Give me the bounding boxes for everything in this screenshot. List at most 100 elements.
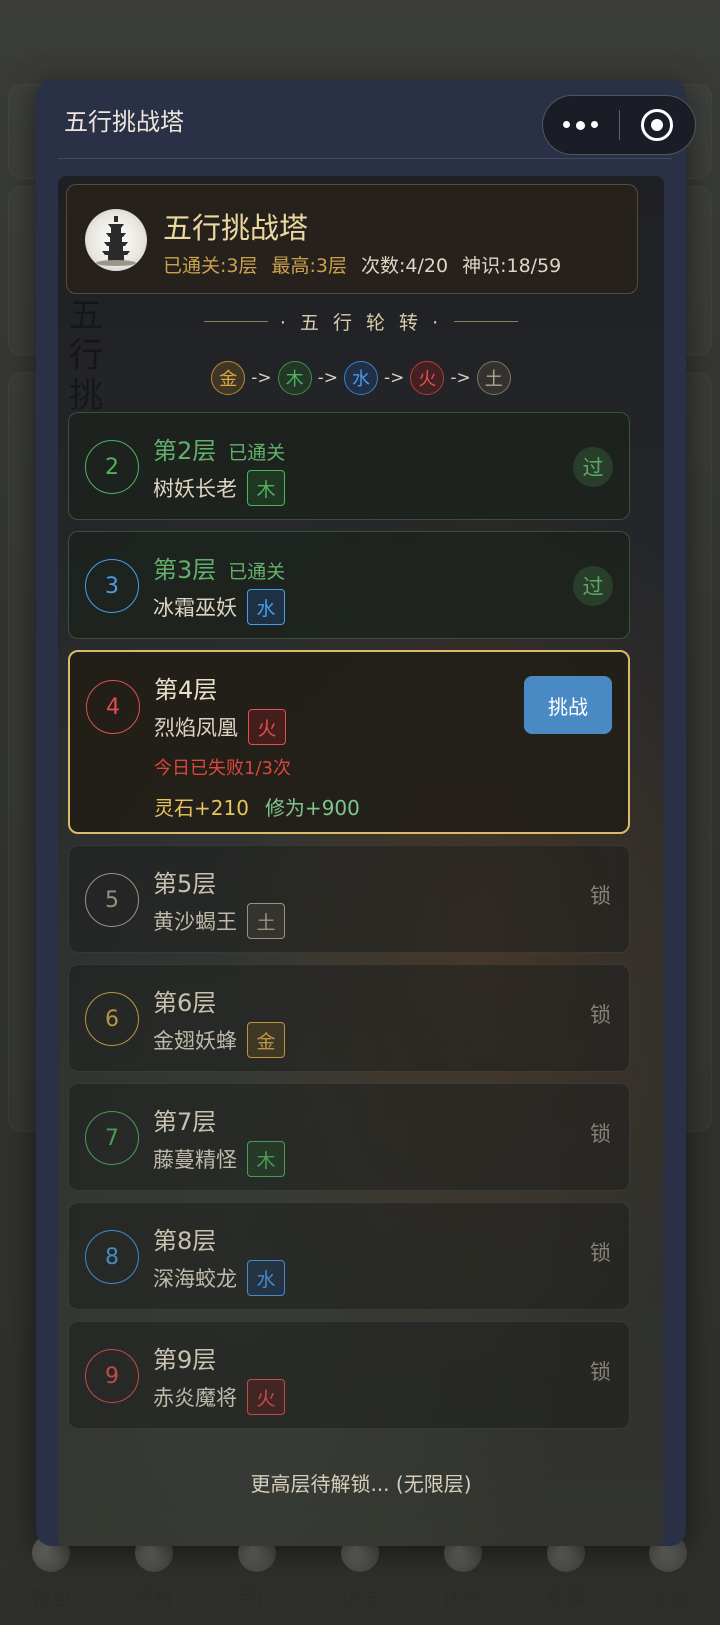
level-number: 3 <box>85 559 139 613</box>
tower-modal: 五行挑战塔 五行挑 五行挑战塔 已通关:3层 最高:3层 次数:4/20 神识:… <box>36 80 686 1546</box>
level-name: 第9层 <box>153 1346 217 1374</box>
level-card[interactable]: 2 第2层 已通关 树妖长老 木 过 <box>68 412 630 520</box>
modal-title: 五行挑战塔 <box>64 108 184 136</box>
level-status: 已通关 <box>228 561 286 583</box>
nav-label: 伙伴 <box>442 1586 483 1610</box>
lock-label: 锁 <box>590 1241 611 1265</box>
level-name: 第8层 <box>153 1227 217 1255</box>
level-name: 第2层 <box>153 437 217 465</box>
tower-panel[interactable]: 五行挑 五行挑战塔 已通关:3层 最高:3层 次数:4/20 神识:18/59 … <box>58 176 664 1546</box>
arrow: -> <box>384 368 405 388</box>
boss-name: 金翅妖蜂 <box>153 1029 237 1053</box>
nav-label: 探索 <box>545 1586 586 1610</box>
element-tag: 木 <box>247 1141 285 1177</box>
fail-count: 今日已失败1/3次 <box>154 758 291 779</box>
level-title: 第3层 已通关 <box>153 550 285 585</box>
level-boss: 冰霜巫妖 水 <box>153 589 285 625</box>
tower-header-card: 五行挑战塔 已通关:3层 最高:3层 次数:4/20 神识:18/59 <box>66 184 638 294</box>
element-tag: 水 <box>247 1260 285 1296</box>
passed-badge: 过 <box>573 566 613 606</box>
nav-label: 灵根 <box>134 1586 175 1610</box>
level-card[interactable]: 8 第8层 深海蛟龙 水 锁 <box>68 1202 630 1310</box>
level-name: 第6层 <box>153 989 217 1017</box>
element-tag: 土 <box>247 903 285 939</box>
level-title: 第9层 <box>153 1340 216 1375</box>
pagoda-icon <box>85 209 147 271</box>
element-chain: 金 -> 木 -> 水 -> 火 -> 土 <box>58 361 664 395</box>
level-name: 第5层 <box>153 870 217 898</box>
rotation-title: · 五 行 轮 转 · <box>58 308 664 335</box>
nav-label: 宗门 <box>237 1586 278 1610</box>
level-number: 6 <box>85 992 139 1046</box>
level-status: 已通关 <box>228 442 286 464</box>
level-boss: 烈焰凤凰 火 <box>154 709 286 745</box>
challenge-button[interactable]: 挑战 <box>524 676 612 734</box>
level-number: 4 <box>86 680 140 734</box>
level-name: 第4层 <box>154 676 218 704</box>
level-title: 第4层 <box>154 670 217 705</box>
level-boss: 深海蛟龙 水 <box>153 1260 285 1296</box>
attempt-count: 次数:4/20 <box>361 255 449 277</box>
level-rewards: 灵石+210 修为+900 <box>154 792 360 821</box>
lock-label: 锁 <box>590 1360 611 1384</box>
boss-name: 深海蛟龙 <box>153 1267 237 1291</box>
nav-label: 设置 <box>648 1586 689 1610</box>
element-tag: 水 <box>247 589 285 625</box>
more-levels-hint: 更高层待解锁... (无限层) <box>250 1472 472 1496</box>
level-title: 第6层 <box>153 983 216 1018</box>
boss-name: 藤蔓精怪 <box>153 1148 237 1172</box>
modal-divider <box>58 158 672 159</box>
level-number: 5 <box>85 873 139 927</box>
level-boss: 金翅妖蜂 金 <box>153 1022 285 1058</box>
element-fire: 火 <box>410 361 445 395</box>
boss-name: 赤炎魔将 <box>153 1386 237 1410</box>
divider-line <box>203 321 268 322</box>
level-card-current: 4 第4层 烈焰凤凰 火 今日已失败1/3次 灵石+210 修为+900 挑战 <box>68 650 630 834</box>
passed-badge: 过 <box>573 447 613 487</box>
lock-label: 锁 <box>590 884 611 908</box>
arrow: -> <box>251 368 272 388</box>
level-title: 第2层 已通关 <box>153 431 285 466</box>
highest-floor: 最高:3层 <box>271 255 348 277</box>
element-earth: 土 <box>476 361 511 395</box>
miniprogram-capsule <box>542 95 696 155</box>
close-miniprogram-icon[interactable] <box>620 109 696 141</box>
boss-name: 黄沙蝎王 <box>153 910 237 934</box>
reward-cultivation: 修为+900 <box>264 796 360 820</box>
level-card[interactable]: 5 第5层 黄沙蝎王 土 锁 <box>68 845 630 953</box>
level-number: 8 <box>85 1230 139 1284</box>
header-stats: 已通关:3层 最高:3层 次数:4/20 神识:18/59 <box>163 251 561 278</box>
rotation-label: · 五 行 轮 转 · <box>279 312 443 334</box>
level-card[interactable]: 7 第7层 藤蔓精怪 木 锁 <box>68 1083 630 1191</box>
spirit-sense: 神识:18/59 <box>462 255 562 277</box>
header-title: 五行挑战塔 <box>163 211 309 245</box>
level-boss: 树妖长老 木 <box>153 470 285 506</box>
level-card[interactable]: 6 第6层 金翅妖蜂 金 锁 <box>68 964 630 1072</box>
level-number: 2 <box>85 440 139 494</box>
level-title: 第5层 <box>153 864 216 899</box>
level-number: 7 <box>85 1111 139 1165</box>
more-options-icon[interactable] <box>543 120 619 130</box>
level-boss: 赤炎魔将 火 <box>153 1379 285 1415</box>
arrow: -> <box>317 368 338 388</box>
level-number: 9 <box>85 1349 139 1403</box>
element-tag: 火 <box>247 1379 285 1415</box>
level-card[interactable]: 9 第9层 赤炎魔将 火 锁 <box>68 1321 630 1429</box>
element-water: 水 <box>344 361 378 395</box>
boss-name: 冰霜巫妖 <box>153 596 237 620</box>
boss-name: 烈焰凤凰 <box>154 716 238 740</box>
nav-label: 功法 <box>339 1586 380 1610</box>
level-name: 第7层 <box>153 1108 217 1136</box>
element-wood: 木 <box>277 361 312 395</box>
level-card[interactable]: 3 第3层 已通关 冰霜巫妖 水 过 <box>68 531 630 639</box>
arrow: -> <box>450 368 471 388</box>
level-title: 第7层 <box>153 1102 216 1137</box>
level-name: 第3层 <box>153 556 217 584</box>
level-boss: 藤蔓精怪 木 <box>153 1141 285 1177</box>
element-metal: 金 <box>211 361 246 395</box>
element-tag: 木 <box>247 470 285 506</box>
boss-name: 树妖长老 <box>153 477 237 501</box>
element-tag: 火 <box>248 709 286 745</box>
cleared-floors: 已通关:3层 <box>163 255 258 277</box>
level-title: 第8层 <box>153 1221 216 1256</box>
